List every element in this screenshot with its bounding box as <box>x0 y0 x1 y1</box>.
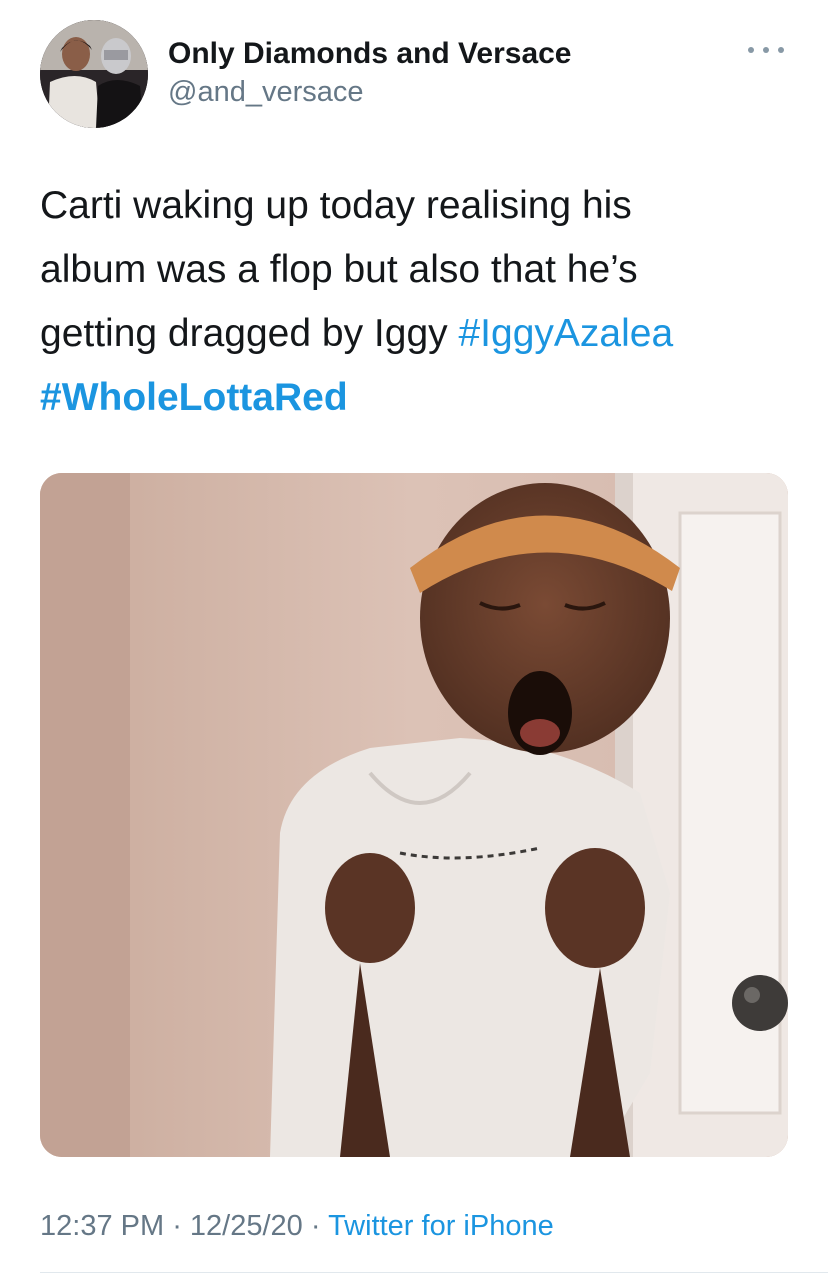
more-dot <box>778 47 784 53</box>
divider <box>40 1272 828 1273</box>
tweet-media-image[interactable] <box>40 473 788 1157</box>
tweet-text-line: getting dragged by Iggy #IggyAzalea <box>40 302 800 366</box>
author-display-name[interactable]: Only Diamonds and Versace <box>168 36 572 72</box>
tweet-text-line: Carti waking up today realising his <box>40 184 632 227</box>
more-dot <box>763 47 769 53</box>
more-horizontal-icon[interactable] <box>748 38 784 62</box>
tweet-text-segment: getting dragged by Iggy <box>40 312 459 355</box>
avatar-image <box>40 20 148 128</box>
hashtag-link[interactable]: #WholeLottaRed <box>40 376 348 419</box>
meta-separator: · <box>164 1210 190 1242</box>
tweet-header: Only Diamonds and Versace @and_versace <box>40 20 788 130</box>
tweet-meta: 12:37 PM · 12/25/20 · Twitter for iPhone <box>40 1206 554 1246</box>
author-handle[interactable]: @and_versace <box>168 74 572 110</box>
tweet-text-line: #WholeLottaRed <box>40 366 800 430</box>
media-photo <box>40 473 788 1157</box>
tweet-text: Carti waking up today realising his albu… <box>40 174 800 430</box>
tweet-time[interactable]: 12:37 PM <box>40 1210 164 1242</box>
meta-separator: · <box>302 1210 329 1242</box>
hashtag-link[interactable]: #IggyAzalea <box>458 312 673 355</box>
tweet-text-line: album was a flop but also that he’s <box>40 248 638 291</box>
tweet-date[interactable]: 12/25/20 <box>190 1210 303 1242</box>
tweet-source-link[interactable]: Twitter for iPhone <box>328 1210 554 1242</box>
author-names[interactable]: Only Diamonds and Versace @and_versace <box>168 36 572 110</box>
more-dot <box>748 47 754 53</box>
avatar[interactable] <box>40 20 148 128</box>
